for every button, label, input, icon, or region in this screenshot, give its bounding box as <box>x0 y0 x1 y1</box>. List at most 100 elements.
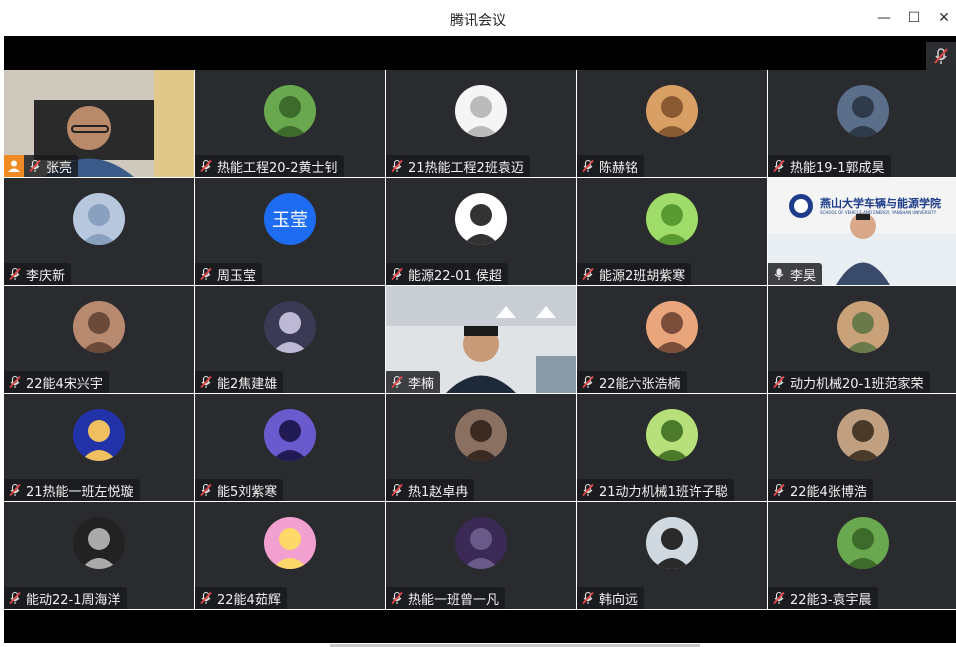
participant-tile[interactable]: 李楠 <box>386 286 576 393</box>
mute-toggle-button[interactable] <box>926 42 956 70</box>
title-bar[interactable]: 腾讯会议 — ☐ ✕ <box>0 0 956 36</box>
participant-avatar <box>455 517 507 569</box>
participant-tile[interactable]: 热1赵卓冉 <box>386 394 576 501</box>
muted-mic-icon <box>773 483 785 497</box>
avatar-image <box>646 517 698 569</box>
muted-mic-icon <box>934 48 948 64</box>
participant-name: 22能4茹辉 <box>217 592 281 608</box>
participant-tile[interactable]: 22能4宋兴宇 <box>4 286 194 393</box>
participant-avatar <box>646 193 698 245</box>
avatar-image <box>264 85 316 137</box>
participant-name-bar: 热1赵卓冉 <box>386 479 475 501</box>
participant-avatar <box>455 409 507 461</box>
participant-avatar <box>837 85 889 137</box>
muted-mic-icon <box>582 375 594 389</box>
muted-mic-icon <box>582 159 594 173</box>
participant-tile[interactable]: 能源22-01 侯超 <box>386 178 576 285</box>
participant-name-bar: 21热能一班左悦璇 <box>4 479 140 501</box>
participant-tile[interactable]: 能源2班胡紫寒 <box>577 178 767 285</box>
participant-tile[interactable]: 22能4张博浩 <box>768 394 956 501</box>
participant-name: 周玉莹 <box>217 268 257 284</box>
participant-name: 能5刘紫寒 <box>217 484 278 500</box>
participant-tile[interactable]: 21动力机械1班许子聪 <box>577 394 767 501</box>
participant-tile[interactable]: 李庆新 <box>4 178 194 285</box>
participant-tile[interactable]: 22能六张浩楠 <box>577 286 767 393</box>
muted-mic-icon <box>9 375 21 389</box>
muted-mic-icon <box>391 591 403 605</box>
participant-name-bar: 22能4张博浩 <box>768 479 873 501</box>
muted-mic-icon <box>200 267 212 281</box>
participant-name: 李庆新 <box>26 268 66 284</box>
participant-avatar <box>646 301 698 353</box>
participant-name: 张亮 <box>46 160 73 176</box>
participant-name-bar: 张亮 <box>4 155 79 177</box>
participant-tile[interactable]: 燕山大学车辆与能源学院 SCHOOL OF VEHICLE AND ENERGY,… <box>768 178 956 285</box>
minimize-button[interactable]: — <box>874 8 894 28</box>
avatar-image <box>455 193 507 245</box>
muted-mic-icon <box>29 159 41 173</box>
participant-avatar <box>73 301 125 353</box>
participant-tile[interactable]: 动力机械20-1班范家荣 <box>768 286 956 393</box>
participant-name-bar: 热能一班曾一凡 <box>386 587 506 609</box>
participant-tile[interactable]: 22能4茹辉 <box>195 502 385 609</box>
participant-avatar <box>264 85 316 137</box>
participant-tile[interactable]: 能动22-1周海洋 <box>4 502 194 609</box>
close-button[interactable]: ✕ <box>934 8 954 28</box>
muted-mic-icon <box>391 267 403 281</box>
participant-name-bar: 热能19-1郭成昊 <box>768 155 891 177</box>
maximize-button[interactable]: ☐ <box>904 8 924 28</box>
muted-mic-icon <box>391 375 403 389</box>
participant-name: 22能4张博浩 <box>790 484 867 500</box>
participant-avatar <box>455 85 507 137</box>
bottom-bar <box>4 610 956 643</box>
muted-mic-icon <box>200 159 212 173</box>
muted-mic-icon <box>773 591 785 605</box>
participant-tile[interactable]: 韩向远 <box>577 502 767 609</box>
participant-tile[interactable]: 热能工程20-2黄士钊 <box>195 70 385 177</box>
participant-name-bar: 韩向远 <box>577 587 645 609</box>
participant-avatar <box>264 517 316 569</box>
avatar-image <box>73 517 125 569</box>
participant-name: 陈赫铭 <box>599 160 639 176</box>
participant-tile[interactable]: 能2焦建雄 <box>195 286 385 393</box>
participant-name: 21热能一班左悦璇 <box>26 484 134 500</box>
participant-name: 能动22-1周海洋 <box>26 592 121 608</box>
participant-name: 21热能工程2班袁迈 <box>408 160 524 176</box>
avatar-image <box>264 301 316 353</box>
participant-avatar <box>264 409 316 461</box>
participant-avatar: 玉莹 <box>264 193 316 245</box>
avatar-image <box>837 301 889 353</box>
host-badge <box>4 155 24 177</box>
avatar-image <box>264 517 316 569</box>
muted-mic-icon <box>773 375 785 389</box>
participant-tile[interactable]: 陈赫铭 <box>577 70 767 177</box>
participant-tile[interactable]: 热能一班曾一凡 <box>386 502 576 609</box>
participant-tile[interactable]: 热能19-1郭成昊 <box>768 70 956 177</box>
participant-name-bar: 能2焦建雄 <box>195 371 284 393</box>
participant-avatar <box>264 301 316 353</box>
participant-tile[interactable]: 玉莹周玉莹 <box>195 178 385 285</box>
participant-name: 22能4宋兴宇 <box>26 376 103 392</box>
participant-tile[interactable]: 21热能一班左悦璇 <box>4 394 194 501</box>
muted-mic-icon <box>9 267 21 281</box>
participant-tile[interactable]: 能5刘紫寒 <box>195 394 385 501</box>
participant-name-bar: 能源22-01 侯超 <box>386 263 508 285</box>
participant-avatar <box>73 517 125 569</box>
participant-name-bar: 陈赫铭 <box>577 155 645 177</box>
participant-name-bar: 能动22-1周海洋 <box>4 587 127 609</box>
avatar-image <box>455 85 507 137</box>
participant-avatar <box>646 85 698 137</box>
participant-tile[interactable]: 22能3-袁宇晨 <box>768 502 956 609</box>
muted-mic-icon <box>9 591 21 605</box>
participant-tile[interactable]: 张亮 <box>4 70 194 177</box>
participant-avatar <box>73 409 125 461</box>
participant-name-bar: 22能六张浩楠 <box>577 371 687 393</box>
avatar-image <box>455 409 507 461</box>
participant-name-bar: 动力机械20-1班范家荣 <box>768 371 930 393</box>
participant-name: 22能六张浩楠 <box>599 376 681 392</box>
participant-avatar <box>73 193 125 245</box>
muted-mic-icon <box>200 483 212 497</box>
participant-tile[interactable]: 21热能工程2班袁迈 <box>386 70 576 177</box>
participant-name: 能源2班胡紫寒 <box>599 268 686 284</box>
muted-mic-icon <box>391 159 403 173</box>
